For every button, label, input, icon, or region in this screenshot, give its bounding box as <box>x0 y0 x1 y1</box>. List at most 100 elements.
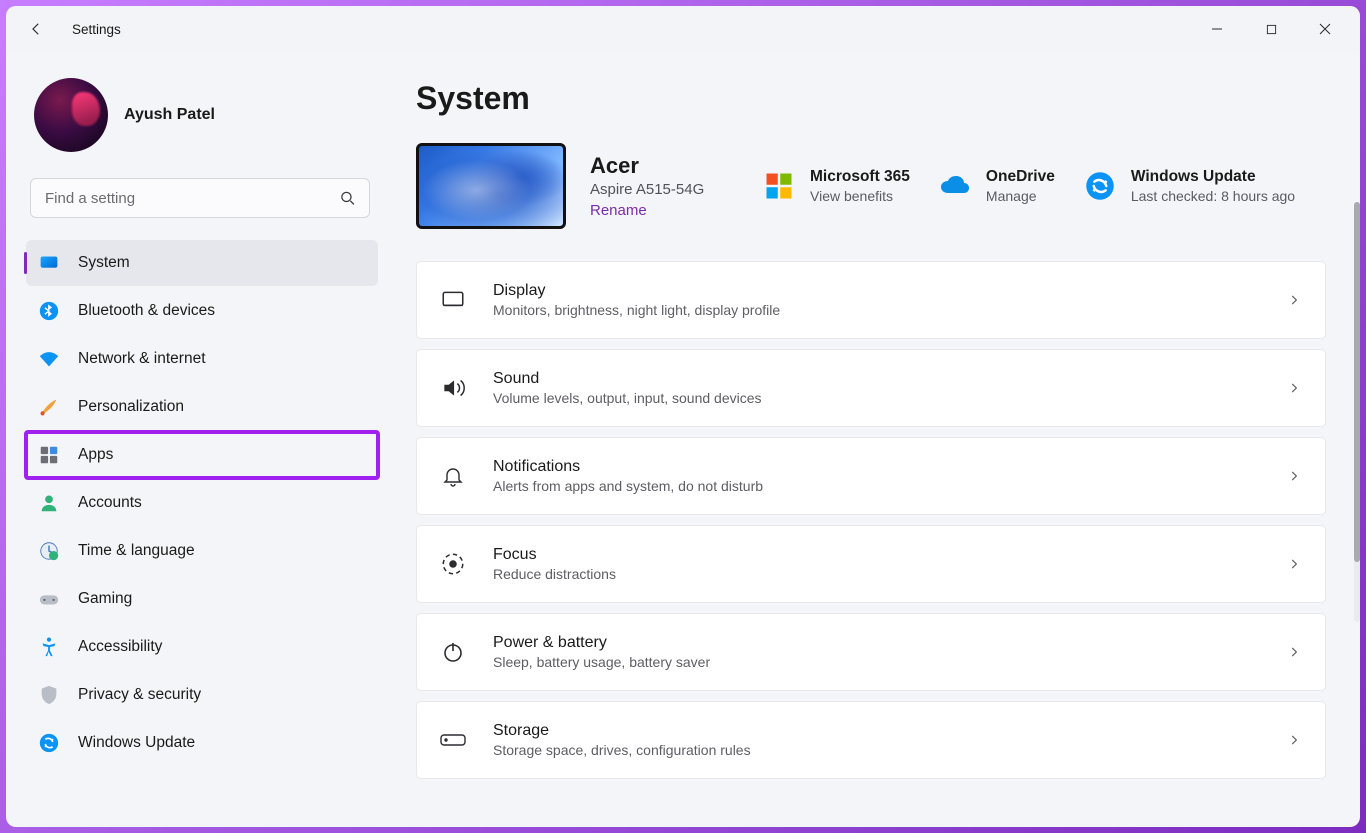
clock-globe-icon <box>38 540 60 562</box>
scrollbar-thumb[interactable] <box>1354 202 1360 562</box>
row-sub: Reduce distractions <box>493 566 1261 582</box>
sidebar-item-label: Bluetooth & devices <box>78 302 215 320</box>
tile-windows-update[interactable]: Windows Update Last checked: 8 hours ago <box>1083 168 1295 204</box>
person-icon <box>38 492 60 514</box>
row-focus[interactable]: Focus Reduce distractions <box>416 525 1326 603</box>
search-icon <box>339 190 356 207</box>
bluetooth-icon <box>38 300 60 322</box>
sync-icon <box>38 732 60 754</box>
page-title: System <box>416 80 1326 117</box>
sidebar-item-accessibility[interactable]: Accessibility <box>26 624 378 670</box>
sidebar-item-label: Accessibility <box>78 638 162 656</box>
tile-microsoft-365[interactable]: Microsoft 365 View benefits <box>762 168 910 204</box>
row-notifications[interactable]: Notifications Alerts from apps and syste… <box>416 437 1326 515</box>
tile-title: Microsoft 365 <box>810 168 910 186</box>
microsoft-365-icon <box>762 169 796 203</box>
device-thumbnail[interactable] <box>416 143 566 229</box>
row-power[interactable]: Power & battery Sleep, battery usage, ba… <box>416 613 1326 691</box>
row-storage[interactable]: Storage Storage space, drives, configura… <box>416 701 1326 779</box>
tile-onedrive[interactable]: OneDrive Manage <box>938 168 1055 204</box>
sidebar-item-label: Time & language <box>78 542 195 560</box>
profile-name: Ayush Patel <box>124 106 215 124</box>
sidebar-item-label: Privacy & security <box>78 686 201 704</box>
window-controls <box>1194 13 1348 45</box>
window-title: Settings <box>72 22 121 37</box>
maximize-button[interactable] <box>1248 13 1294 45</box>
row-title: Power & battery <box>493 634 1261 652</box>
sidebar-item-personalization[interactable]: Personalization <box>26 384 378 430</box>
sidebar-item-time-language[interactable]: Time & language <box>26 528 378 574</box>
chevron-right-icon <box>1287 469 1301 483</box>
sidebar-item-label: Gaming <box>78 590 132 608</box>
sidebar-item-bluetooth[interactable]: Bluetooth & devices <box>26 288 378 334</box>
sidebar-item-label: Accounts <box>78 494 142 512</box>
profile-block[interactable]: Ayush Patel <box>24 66 378 178</box>
back-arrow-icon <box>27 20 45 38</box>
sidebar-item-accounts[interactable]: Accounts <box>26 480 378 526</box>
tile-sub: View benefits <box>810 188 910 204</box>
sidebar-item-network[interactable]: Network & internet <box>26 336 378 382</box>
settings-list: Display Monitors, brightness, night ligh… <box>416 261 1326 799</box>
sidebar-item-label: System <box>78 254 130 272</box>
shield-icon <box>38 684 60 706</box>
main-panel: System Acer Aspire A515-54G Rename Micro… <box>386 52 1360 827</box>
close-icon <box>1319 23 1331 35</box>
chevron-right-icon <box>1287 645 1301 659</box>
bell-icon <box>439 462 467 490</box>
close-button[interactable] <box>1302 13 1348 45</box>
accessibility-icon <box>38 636 60 658</box>
row-sub: Alerts from apps and system, do not dist… <box>493 478 1261 494</box>
device-name: Acer <box>590 153 728 179</box>
row-display[interactable]: Display Monitors, brightness, night ligh… <box>416 261 1326 339</box>
row-sub: Sleep, battery usage, battery saver <box>493 654 1261 670</box>
content-area: Ayush Patel System <box>6 52 1360 827</box>
minimize-icon <box>1211 23 1223 35</box>
device-info: Acer Aspire A515-54G Rename <box>590 153 728 219</box>
tile-title: OneDrive <box>986 168 1055 186</box>
row-title: Display <box>493 282 1261 300</box>
apps-icon <box>38 444 60 466</box>
sidebar-item-apps[interactable]: Apps <box>26 432 378 478</box>
row-title: Focus <box>493 546 1261 564</box>
settings-window: Settings Ayush Patel <box>6 6 1360 827</box>
sidebar-item-label: Apps <box>78 446 113 464</box>
tile-sub: Manage <box>986 188 1055 204</box>
row-title: Sound <box>493 370 1261 388</box>
sidebar-item-gaming[interactable]: Gaming <box>26 576 378 622</box>
sidebar-item-label: Network & internet <box>78 350 206 368</box>
row-sub: Volume levels, output, input, sound devi… <box>493 390 1261 406</box>
row-title: Notifications <box>493 458 1261 476</box>
sidebar-item-system[interactable]: System <box>26 240 378 286</box>
update-sync-icon <box>1083 169 1117 203</box>
brush-icon <box>38 396 60 418</box>
scrollbar[interactable] <box>1354 202 1360 622</box>
maximize-icon <box>1266 24 1277 35</box>
search-input[interactable] <box>30 178 370 218</box>
avatar <box>34 78 108 152</box>
chevron-right-icon <box>1287 557 1301 571</box>
power-icon <box>439 638 467 666</box>
minimize-button[interactable] <box>1194 13 1240 45</box>
row-sound[interactable]: Sound Volume levels, output, input, soun… <box>416 349 1326 427</box>
chevron-right-icon <box>1287 293 1301 307</box>
wifi-icon <box>38 348 60 370</box>
device-model: Aspire A515-54G <box>590 181 728 198</box>
titlebar: Settings <box>6 6 1360 52</box>
back-button[interactable] <box>18 11 54 47</box>
search-container <box>30 178 370 218</box>
device-row: Acer Aspire A515-54G Rename Microsoft 36… <box>416 143 1326 229</box>
focus-icon <box>439 550 467 578</box>
header-tiles: Microsoft 365 View benefits OneDrive Man… <box>762 168 1326 204</box>
storage-icon <box>439 726 467 754</box>
sidebar-item-privacy[interactable]: Privacy & security <box>26 672 378 718</box>
tile-title: Windows Update <box>1131 168 1295 186</box>
sidebar: Ayush Patel System <box>6 52 386 827</box>
tile-sub: Last checked: 8 hours ago <box>1131 188 1295 204</box>
onedrive-icon <box>938 169 972 203</box>
sidebar-item-windows-update[interactable]: Windows Update <box>26 720 378 766</box>
gamepad-icon <box>38 588 60 610</box>
row-sub: Storage space, drives, configuration rul… <box>493 742 1261 758</box>
rename-link[interactable]: Rename <box>590 202 728 219</box>
row-sub: Monitors, brightness, night light, displ… <box>493 302 1261 318</box>
chevron-right-icon <box>1287 733 1301 747</box>
